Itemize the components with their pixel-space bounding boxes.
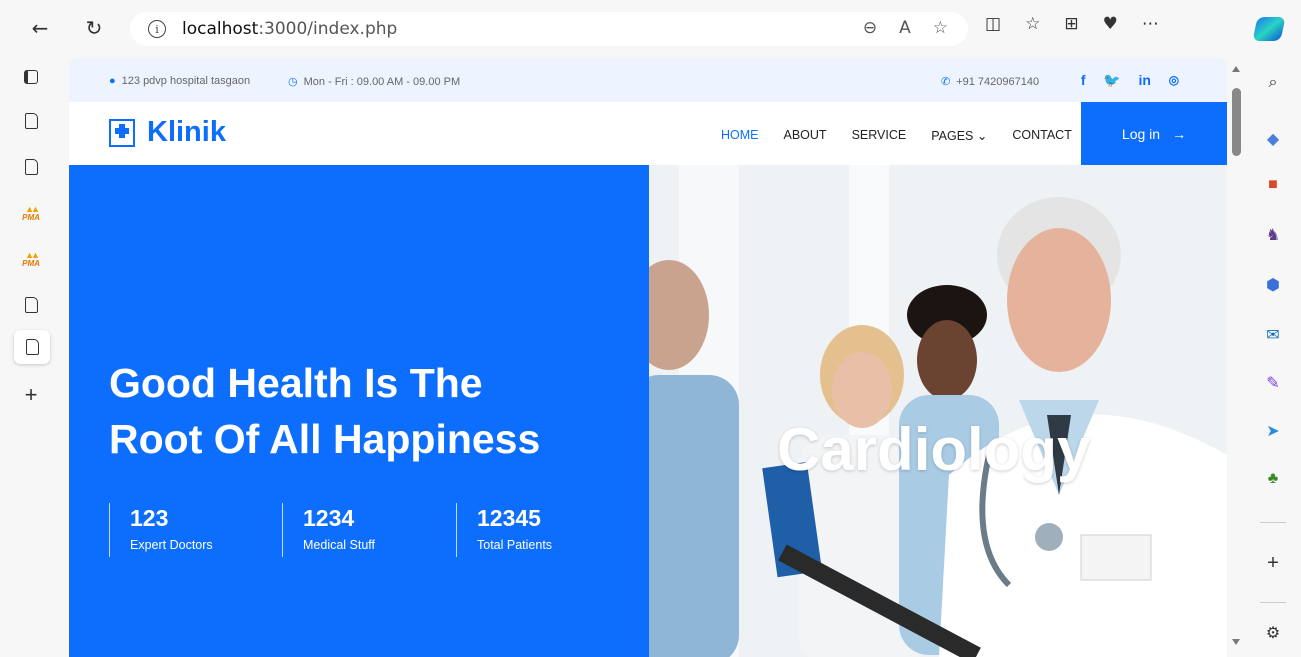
chevron-down-icon: ⌄ <box>976 129 988 143</box>
tab-page-icon[interactable] <box>18 292 44 318</box>
scroll-down-icon[interactable] <box>1232 639 1240 645</box>
top-info-bar: ● 123 pdvp hospital tasgaon ◷ Mon - Fri : … <box>69 58 1227 102</box>
designer-icon[interactable]: ✎ <box>1262 372 1284 394</box>
doctors-photo <box>649 165 1227 657</box>
add-icon[interactable]: + <box>1262 552 1284 574</box>
new-tab-icon[interactable]: + <box>18 382 44 408</box>
stat-doctors: 123 Expert Doctors <box>109 503 213 557</box>
twitter-icon[interactable]: 🐦 <box>1103 72 1120 89</box>
slide-overlay-text: Cardiology <box>777 416 1091 483</box>
nav-contact[interactable]: CONTACT <box>1012 128 1072 143</box>
send-icon[interactable]: ➤ <box>1262 420 1284 442</box>
phone-icon: ✆ <box>941 76 951 88</box>
brand-logo[interactable]: Klinik <box>109 116 226 149</box>
zoom-out-icon[interactable]: ⊖ <box>863 18 877 38</box>
stat-number: 123 <box>130 505 169 531</box>
edge-sidebar: ⌕ ◆ ■ ♞ ⬢ ✉ ✎ ➤ ♣ + ⚙ <box>1246 56 1301 657</box>
address-info: ● 123 pdvp hospital tasgaon <box>109 75 251 87</box>
nav-pages-label: PAGES <box>931 129 974 143</box>
collections-icon[interactable]: ⊞ <box>1064 14 1078 34</box>
main-menu: HOME ABOUT SERVICE PAGES ⌄ CONTACT <box>721 128 1072 143</box>
hero-title-line-2: Root Of All Happiness <box>109 416 541 462</box>
tab-active-page-icon[interactable] <box>14 330 50 364</box>
copilot-icon[interactable] <box>1252 17 1286 41</box>
tab-pma-icon[interactable]: PMA <box>18 246 44 272</box>
page-scrollbar[interactable] <box>1228 58 1244 657</box>
hero-title-line-1: Good Health Is The <box>109 360 483 406</box>
stat-label: Expert Doctors <box>130 538 213 552</box>
linkedin-icon[interactable]: in <box>1138 72 1150 88</box>
read-aloud-icon[interactable]: A <box>899 18 911 38</box>
page-viewport: ● 123 pdvp hospital tasgaon ◷ Mon - Fri : … <box>69 58 1227 657</box>
stat-label: Total Patients <box>477 538 553 552</box>
refresh-icon[interactable]: ↻ <box>80 14 108 42</box>
nav-pages[interactable]: PAGES ⌄ <box>931 128 987 143</box>
sidebar-divider <box>1260 522 1286 523</box>
back-icon[interactable]: ← <box>26 14 54 42</box>
location-pin-icon: ● <box>109 75 116 87</box>
gear-icon[interactable]: ⚙ <box>1262 622 1284 644</box>
stat-number: 1234 <box>303 505 355 531</box>
favorites-icon[interactable]: ☆ <box>1025 14 1040 34</box>
phone-info: ✆ +91 7420967140 <box>941 75 1040 89</box>
tab-page-icon[interactable] <box>18 108 44 134</box>
tab-page-icon[interactable] <box>18 154 44 180</box>
scroll-thumb[interactable] <box>1232 88 1241 156</box>
favorite-star-icon[interactable]: ☆ <box>933 18 948 38</box>
hero-panel: Good Health Is The Root Of All Happiness… <box>69 165 649 657</box>
browser-toolbar: ← ↻ i localhost:3000/index.php ⊖ A ☆ ◫ ☆… <box>0 0 1301 56</box>
social-links: f 🐦 in ◎ <box>1072 66 1188 94</box>
hero-image: Cardiology <box>649 165 1227 657</box>
site-navbar: Klinik HOME ABOUT SERVICE PAGES ⌄ CONTAC… <box>69 102 1227 165</box>
hospital-icon <box>109 118 135 147</box>
arrow-right-icon: → <box>1172 125 1187 142</box>
microsoft-365-icon[interactable]: ⬢ <box>1262 274 1284 296</box>
brand-name: Klinik <box>147 116 226 148</box>
stat-staff: 1234 Medical Stuff <box>282 503 375 557</box>
split-screen-icon[interactable]: ◫ <box>985 14 1001 34</box>
nav-home[interactable]: HOME <box>721 128 759 143</box>
tree-icon[interactable]: ♣ <box>1262 468 1284 490</box>
info-icon[interactable]: i <box>148 20 166 38</box>
tools-briefcase-icon[interactable]: ■ <box>1262 174 1284 196</box>
shopping-tag-icon[interactable]: ◆ <box>1262 128 1284 150</box>
stat-patients: 12345 Total Patients <box>456 503 552 557</box>
login-button[interactable]: Log in → <box>1081 102 1227 165</box>
search-icon[interactable]: ⌕ <box>1262 72 1284 94</box>
games-icon[interactable]: ♞ <box>1262 224 1284 246</box>
stat-label: Medical Stuff <box>303 538 376 552</box>
address-bar[interactable]: i localhost:3000/index.php ⊖ A ☆ <box>130 12 968 46</box>
stat-number: 12345 <box>477 505 541 531</box>
tab-actions-icon[interactable] <box>18 64 44 90</box>
hours-info: ◷ Mon - Fri : 09.00 AM - 09.00 PM <box>288 75 461 89</box>
vertical-tabs: PMA PMA + <box>0 56 64 657</box>
login-label: Log in <box>1121 125 1161 142</box>
more-menu-icon[interactable]: ⋯ <box>1142 14 1159 34</box>
clock-icon: ◷ <box>288 76 298 88</box>
tab-pma-icon[interactable]: PMA <box>18 200 44 226</box>
scroll-up-icon[interactable] <box>1232 66 1240 72</box>
hero-title: Good Health Is The Root Of All Happiness <box>109 355 629 467</box>
outlook-icon[interactable]: ✉ <box>1262 324 1284 346</box>
nav-about[interactable]: ABOUT <box>784 128 827 143</box>
facebook-icon[interactable]: f <box>1081 72 1086 88</box>
health-icon[interactable]: ♥ <box>1103 14 1118 34</box>
instagram-icon[interactable]: ◎ <box>1169 73 1179 87</box>
url-text: localhost:3000/index.php <box>182 19 398 39</box>
nav-service[interactable]: SERVICE <box>852 128 907 143</box>
sidebar-divider <box>1260 602 1286 603</box>
